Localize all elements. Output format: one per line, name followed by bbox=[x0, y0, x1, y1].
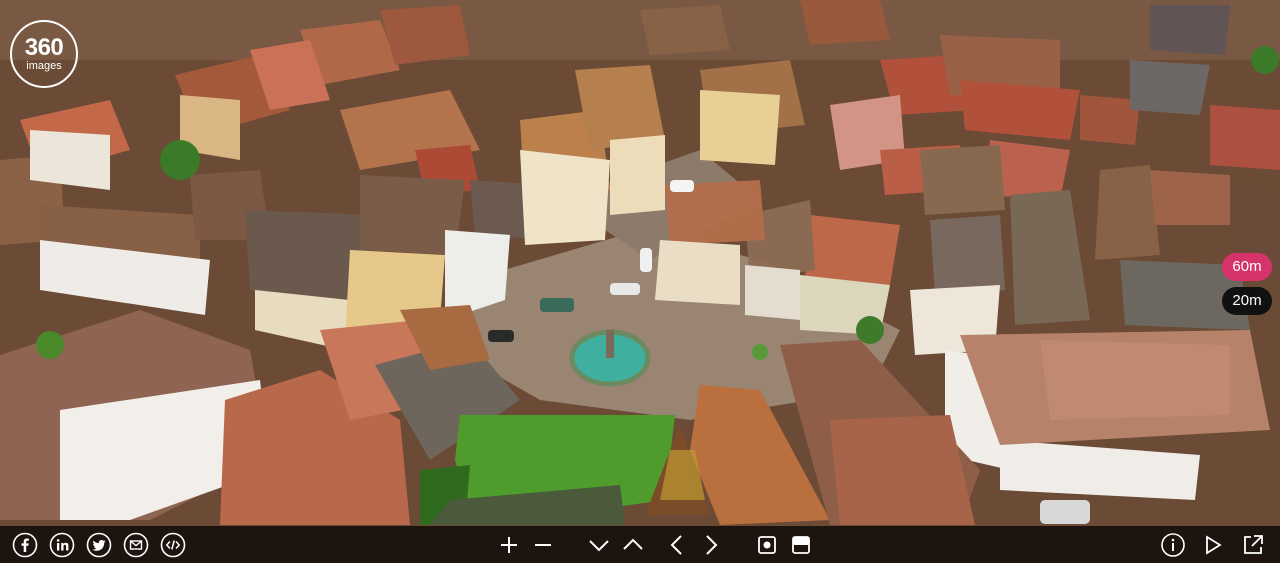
linkedin-icon[interactable] bbox=[47, 530, 77, 560]
pan-left-icon[interactable] bbox=[662, 530, 692, 560]
facebook-icon[interactable] bbox=[10, 530, 40, 560]
zoom-out-icon[interactable] bbox=[528, 530, 558, 560]
play-icon[interactable] bbox=[1198, 530, 1228, 560]
pan-right-icon[interactable] bbox=[696, 530, 726, 560]
panorama-view[interactable] bbox=[0, 0, 1280, 563]
navigation-group bbox=[494, 526, 816, 563]
brand-logo[interactable]: 360 images bbox=[10, 20, 78, 88]
autorotate-icon[interactable] bbox=[752, 530, 782, 560]
fullscreen-view-icon[interactable] bbox=[786, 530, 816, 560]
embed-code-icon[interactable] bbox=[158, 530, 188, 560]
tilt-down-icon[interactable] bbox=[584, 530, 614, 560]
info-icon[interactable] bbox=[1158, 530, 1188, 560]
altitude-20m-button[interactable]: 20m bbox=[1222, 287, 1272, 315]
logo-word: images bbox=[26, 60, 62, 72]
tilt-up-icon[interactable] bbox=[618, 530, 648, 560]
zoom-in-icon[interactable] bbox=[494, 530, 524, 560]
share-group bbox=[10, 526, 188, 563]
bottom-toolbar bbox=[0, 526, 1280, 563]
twitter-icon[interactable] bbox=[84, 530, 114, 560]
info-group bbox=[1158, 526, 1268, 563]
email-icon[interactable] bbox=[121, 530, 151, 560]
open-external-icon[interactable] bbox=[1238, 530, 1268, 560]
altitude-60m-button[interactable]: 60m bbox=[1222, 253, 1272, 281]
logo-number: 360 bbox=[24, 34, 64, 61]
